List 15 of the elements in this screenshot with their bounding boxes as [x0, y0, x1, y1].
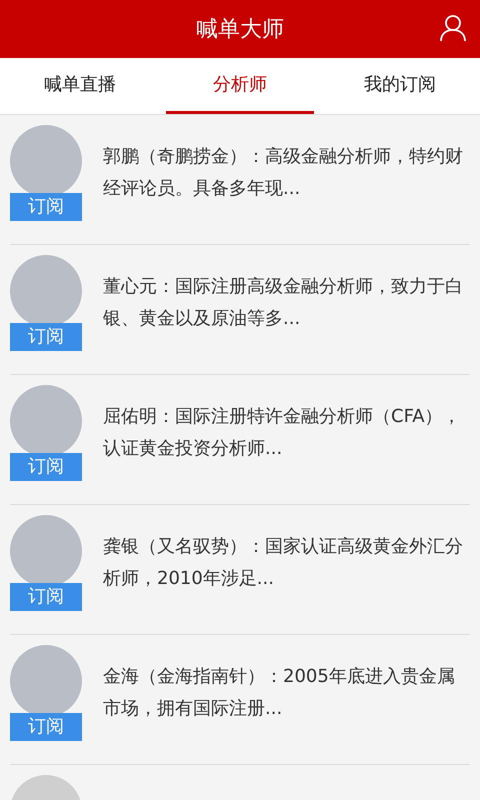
- tab[interactable]: 我的订阅: [326, 58, 474, 114]
- subscribe-button[interactable]: 订阅: [10, 713, 82, 741]
- tab[interactable]: 分析师: [166, 58, 314, 114]
- analyst-description: 屈佑明：国际注册特许金融分析师（CFA），认证黄金投资分析师...: [103, 405, 462, 461]
- subscribe-button[interactable]: 订阅: [10, 193, 82, 221]
- subscribe-button[interactable]: 订阅: [10, 583, 82, 611]
- analyst-description: 龚银（又名驭势）：国家认证高级黄金外汇分析师，2010年涉足...: [103, 535, 463, 591]
- analyst-description: 金海（金海指南针）：2005年底进入贵金属市场，拥有国际注册...: [103, 665, 456, 721]
- subscribe-button[interactable]: 订阅: [10, 323, 82, 351]
- subscribe-button[interactable]: 订阅: [10, 453, 82, 481]
- tab[interactable]: 喊单直播: [6, 58, 154, 114]
- app-title: 喊单大师: [196, 16, 284, 44]
- user-icon[interactable]: [440, 14, 466, 42]
- analyst-description: 董心元：国际注册高级金融分析师，致力于白银、黄金以及原油等多...: [103, 275, 463, 331]
- analyst-description: 郭鹏（奇鹏捞金）：高级金融分析师，特约财经评论员。具备多年现...: [103, 145, 463, 201]
